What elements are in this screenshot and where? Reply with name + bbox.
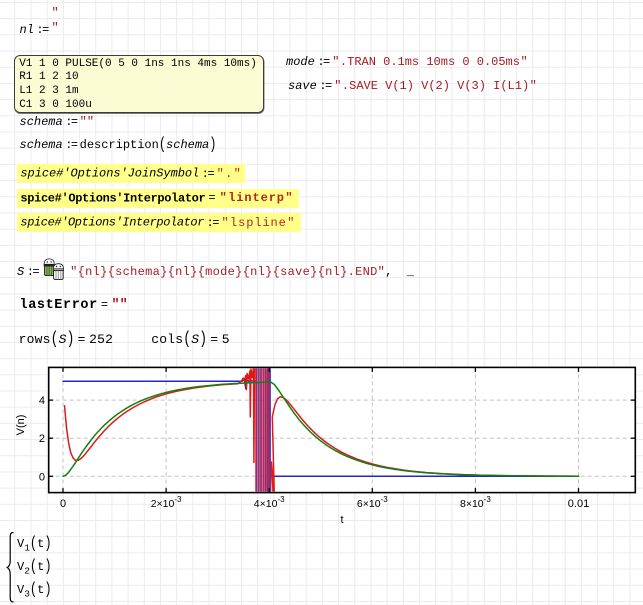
svg-text:2×10-3: 2×10-3 — [151, 495, 182, 510]
svg-text:4: 4 — [39, 395, 45, 407]
svg-text:V(n): V(n) — [15, 415, 27, 436]
svg-text:6×10-3: 6×10-3 — [357, 495, 388, 510]
svg-text:t: t — [340, 514, 343, 526]
svg-text:0.01: 0.01 — [568, 498, 589, 510]
svg-text:0: 0 — [39, 471, 45, 483]
svg-text:8×10-3: 8×10-3 — [460, 495, 491, 510]
svg-text:4×10-3: 4×10-3 — [254, 495, 285, 510]
svg-text:0: 0 — [60, 498, 66, 510]
svg-text:2: 2 — [39, 433, 45, 445]
